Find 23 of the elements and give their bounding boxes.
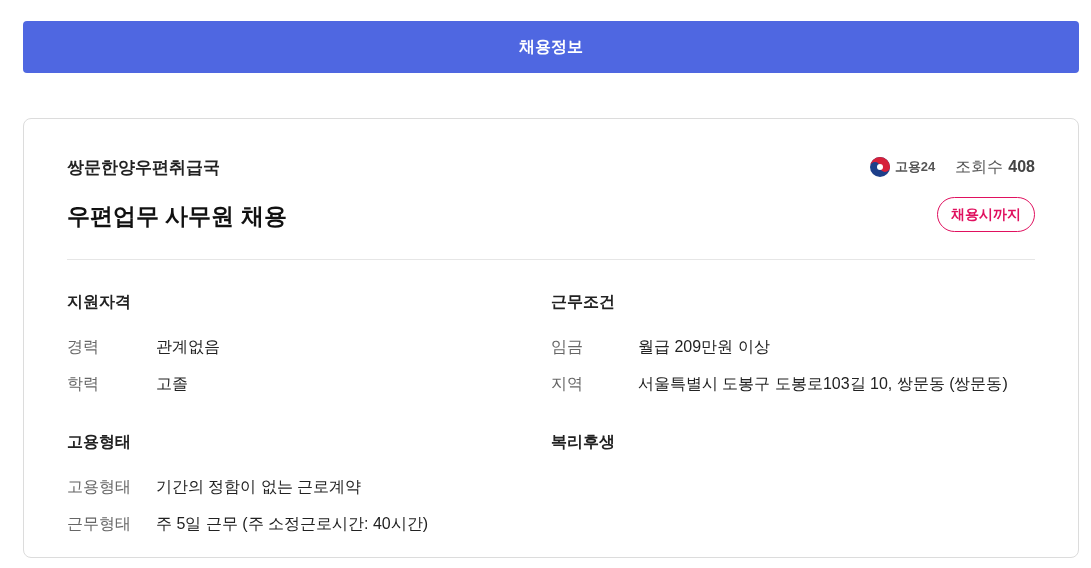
- section-title: 고용형태: [67, 432, 132, 452]
- job-title: 우편업무 사무원 채용: [67, 201, 287, 231]
- field-value: 월급 209만원 이상: [638, 336, 770, 357]
- field-value: 고졸: [156, 373, 188, 394]
- field-value: 주 5일 근무 (주 소정근로시간: 40시간): [156, 513, 429, 534]
- views-count: 408: [1008, 157, 1035, 177]
- emblem-icon: [868, 156, 891, 178]
- field-label: 지역: [551, 373, 584, 394]
- section-title: 근무조건: [551, 292, 616, 312]
- field-value: 기간의 정함이 없는 근로계약: [156, 476, 362, 497]
- field-value: 서울특별시 도봉구 도봉로103길 10, 쌍문동 (쌍문동): [638, 373, 1008, 394]
- field-label: 고용형태: [67, 476, 132, 497]
- field-label: 임금: [551, 336, 584, 357]
- section-title: 복리후생: [551, 432, 616, 452]
- views-label: 조회수: [955, 157, 1004, 177]
- header-bar: 채용정보: [23, 21, 1079, 73]
- field-value: 관계없음: [156, 336, 220, 357]
- field-label: 근무형태: [67, 513, 132, 534]
- source-logo-text: 고용24: [894, 158, 936, 177]
- field-label: 학력: [67, 373, 100, 394]
- company-name: 쌍문한양우편취급국: [67, 157, 221, 179]
- field-label: 경력: [67, 336, 100, 357]
- section-title: 지원자격: [67, 292, 132, 312]
